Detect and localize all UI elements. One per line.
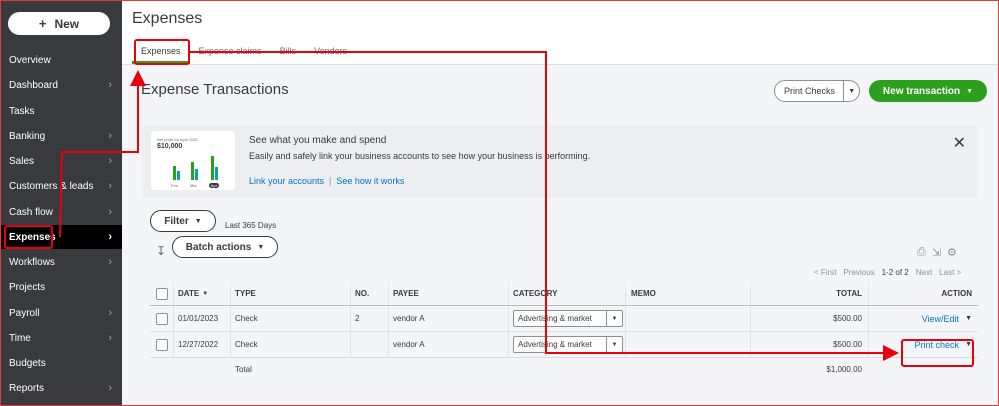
arrow-expenses-nav-to-tab bbox=[59, 70, 146, 238]
annotation-arrows bbox=[59, 51, 899, 361]
arrow-tab-to-print-check bbox=[190, 51, 899, 361]
